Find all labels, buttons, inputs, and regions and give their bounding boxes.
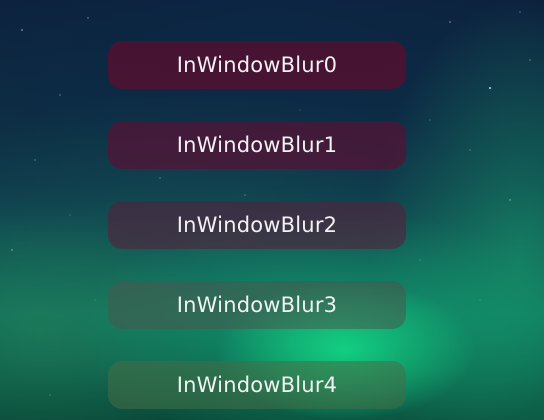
blur-panel-2-label: InWindowBlur2 <box>176 213 338 237</box>
blur-panel-2[interactable]: InWindowBlur2 <box>108 201 406 249</box>
blur-panel-3[interactable]: InWindowBlur3 <box>108 281 406 329</box>
blur-panel-4-label: InWindowBlur4 <box>176 373 338 397</box>
blur-panel-0[interactable]: InWindowBlur0 <box>108 41 406 89</box>
blur-panel-0-label: InWindowBlur0 <box>176 53 338 77</box>
blur-panel-3-label: InWindowBlur3 <box>176 293 338 317</box>
blur-panel-1-label: InWindowBlur1 <box>176 133 338 157</box>
blur-panel-1[interactable]: InWindowBlur1 <box>108 121 406 169</box>
blur-panel-4[interactable]: InWindowBlur4 <box>108 361 406 409</box>
